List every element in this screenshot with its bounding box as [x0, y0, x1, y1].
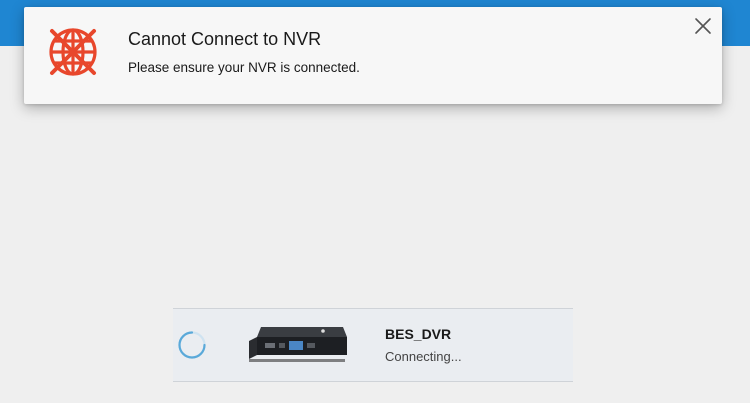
- error-notification: Cannot Connect to NVR Please ensure your…: [24, 7, 722, 104]
- close-icon[interactable]: [694, 17, 712, 35]
- device-name: BES_DVR: [385, 326, 452, 342]
- globe-crossed-icon: [46, 25, 100, 79]
- notification-title: Cannot Connect to NVR: [128, 29, 322, 49]
- device-list-item[interactable]: BES_DVR Connecting...: [173, 308, 573, 382]
- notification-message: Please ensure your NVR is connected.: [128, 60, 360, 75]
- loading-spinner-icon: [177, 330, 207, 360]
- device-status: Connecting...: [385, 349, 462, 364]
- nvr-device-image: [247, 321, 349, 365]
- app-window: Cannot Connect to NVR Please ensure your…: [0, 0, 750, 403]
